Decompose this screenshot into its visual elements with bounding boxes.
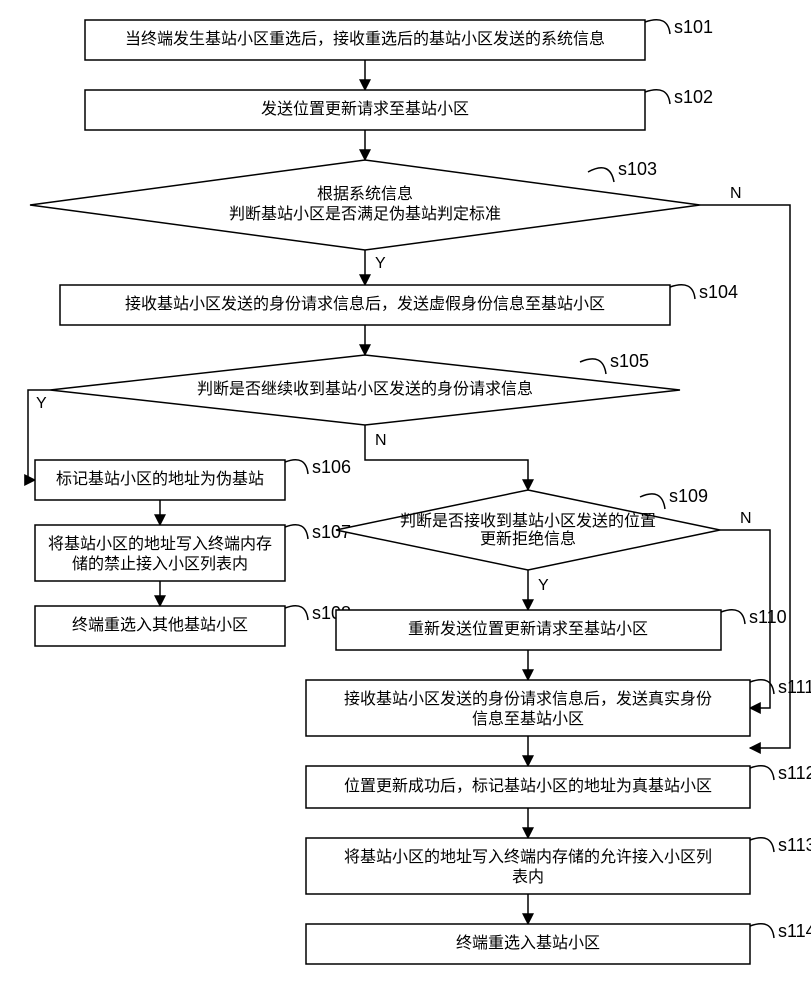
node-s108-text: 终端重选入其他基站小区 [72, 616, 248, 634]
label-s102: s102 [674, 87, 713, 107]
node-s101-text: 当终端发生基站小区重选后，接收重选后的基站小区发送的系统信息 [125, 30, 605, 48]
edge-s105-Y: Y [36, 395, 47, 412]
node-s106: 标记基站小区的地址为伪基站 s106 [35, 457, 351, 500]
node-s111-text1: 接收基站小区发送的身份请求信息后，发送真实身份 [344, 690, 712, 708]
node-s110-text: 重新发送位置更新请求至基站小区 [408, 620, 648, 638]
node-s103-text2: 判断基站小区是否满足伪基站判定标准 [229, 205, 501, 223]
node-s105-text: 判断是否继续收到基站小区发送的身份请求信息 [197, 380, 533, 398]
label-s101: s101 [674, 17, 713, 37]
node-s109-text1: 判断是否接收到基站小区发送的位置 [400, 512, 656, 530]
node-s111: 接收基站小区发送的身份请求信息后，发送真实身份 信息至基站小区 s111 [306, 677, 811, 736]
edge-s109-N: N [740, 510, 752, 527]
edge-s103-N: N [730, 185, 742, 202]
node-s110: 重新发送位置更新请求至基站小区 s110 [336, 607, 787, 650]
node-s112: 位置更新成功后，标记基站小区的地址为真基站小区 s112 [306, 763, 811, 808]
node-s107-text2: 储的禁止接入小区列表内 [72, 555, 248, 573]
node-s109-text2: 更新拒绝信息 [480, 530, 576, 548]
edge-s103-Y: Y [375, 255, 386, 272]
node-s111-text2: 信息至基站小区 [472, 710, 584, 728]
node-s113-text1: 将基站小区的地址写入终端内存储的允许接入小区列 [344, 848, 712, 866]
label-s106: s106 [312, 457, 351, 477]
node-s112-text: 位置更新成功后，标记基站小区的地址为真基站小区 [344, 777, 712, 795]
flowchart: 当终端发生基站小区重选后，接收重选后的基站小区发送的系统信息 s101 发送位置… [0, 0, 811, 1000]
label-s110: s110 [749, 607, 787, 627]
edge-s105-N: N [375, 432, 387, 449]
node-s114: 终端重选入基站小区 s114 [306, 921, 811, 964]
edge-s109-Y: Y [538, 577, 549, 594]
node-s102-text: 发送位置更新请求至基站小区 [261, 100, 469, 118]
node-s104-text: 接收基站小区发送的身份请求信息后，发送虚假身份信息至基站小区 [125, 295, 605, 313]
label-s113: s113 [778, 835, 811, 855]
label-s105: s105 [610, 351, 649, 371]
node-s108: 终端重选入其他基站小区 s108 [35, 603, 351, 646]
label-s109: s109 [669, 486, 708, 506]
node-s103-text1: 根据系统信息 [317, 185, 413, 203]
node-s107: 将基站小区的地址写入终端内存 储的禁止接入小区列表内 s107 [35, 522, 351, 581]
node-s102: 发送位置更新请求至基站小区 s102 [85, 87, 713, 130]
node-s101: 当终端发生基站小区重选后，接收重选后的基站小区发送的系统信息 s101 [85, 17, 713, 60]
label-s104: s104 [699, 282, 738, 302]
node-s114-text: 终端重选入基站小区 [456, 934, 600, 952]
node-s106-text: 标记基站小区的地址为伪基站 [56, 470, 264, 488]
node-s104: 接收基站小区发送的身份请求信息后，发送虚假身份信息至基站小区 s104 [60, 282, 738, 325]
node-s113-text2: 表内 [512, 868, 544, 886]
label-s112: s112 [778, 763, 811, 783]
node-s105: 判断是否继续收到基站小区发送的身份请求信息 s105 [50, 351, 680, 425]
label-s114: s114 [778, 921, 811, 941]
node-s109: 判断是否接收到基站小区发送的位置 更新拒绝信息 s109 [336, 486, 720, 570]
node-s107-text1: 将基站小区的地址写入终端内存 [48, 535, 272, 553]
node-s113: 将基站小区的地址写入终端内存储的允许接入小区列 表内 s113 [306, 835, 811, 894]
label-s111: s111 [778, 677, 811, 697]
node-s103: 根据系统信息 判断基站小区是否满足伪基站判定标准 s103 [30, 159, 700, 250]
label-s103: s103 [618, 159, 657, 179]
